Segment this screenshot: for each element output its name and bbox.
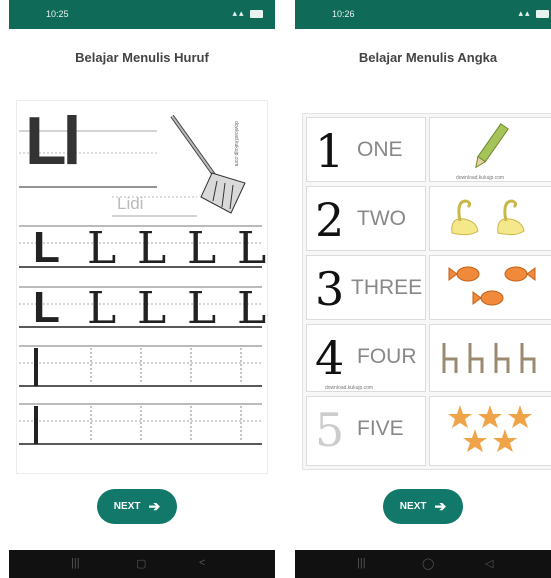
navigation-bar: ||| ◯ ◁ (295, 550, 551, 578)
chair-icon (442, 343, 536, 373)
trace-letter: L (137, 223, 167, 274)
picture-cell (429, 186, 551, 251)
arrow-right-icon: ➔ (148, 498, 161, 514)
status-icons: ▴▴ (232, 8, 263, 19)
swan-icon (451, 199, 525, 236)
numeral: 5 (315, 403, 345, 457)
credit-text: dowload.kukujp.com (233, 121, 239, 167)
recent-apps-icon[interactable]: ||| (71, 557, 80, 569)
number-word: TWO (357, 207, 406, 230)
picture-cell (429, 396, 551, 466)
number-cell: 1 ONE (306, 117, 426, 182)
signal-icon: ▴▴ (518, 8, 532, 18)
arrow-right-icon: ➔ (434, 498, 447, 514)
number-cell: 4 FOUR download.kukujp.com (306, 324, 426, 392)
credit-text: download.kukujp.com (325, 385, 374, 391)
number-cell: 5 FIVE (306, 396, 426, 466)
numeral: 1 (315, 124, 345, 178)
phone-screen-letters: 10:25 ▴▴ Belajar Menulis Huruf Ll Lidi d… (9, 0, 275, 578)
number-cell: 2 TWO (306, 186, 426, 251)
trace-letter: L (237, 283, 267, 334)
back-icon[interactable]: ◁ (485, 557, 493, 570)
status-bar: 10:26 ▴▴ (295, 0, 551, 29)
picture-cell: download.kukujp.com (429, 117, 551, 182)
big-letter: Ll (25, 103, 81, 179)
trace-letter: L (33, 223, 60, 272)
credit-text: download.kukujp.com (456, 175, 505, 181)
next-button[interactable]: NEXT ➔ (97, 489, 177, 524)
home-icon[interactable]: ◯ (422, 557, 434, 570)
picture-cell (429, 324, 551, 392)
numeral: 3 (315, 262, 345, 316)
number-worksheet: 1 ONE download.kukujp.com 2 TWO 3 THREE … (302, 113, 551, 470)
status-time: 10:26 (332, 9, 355, 19)
recent-apps-icon[interactable]: ||| (357, 557, 366, 569)
number-word: FOUR (357, 345, 417, 368)
trace-letter: L (187, 223, 217, 274)
next-label: NEXT (113, 501, 141, 512)
number-word: ONE (357, 138, 403, 161)
trace-letter: L (33, 283, 60, 332)
word-label: Lidi (117, 194, 144, 213)
pencil-icon (475, 123, 509, 169)
page-title: Belajar Menulis Huruf (75, 50, 209, 65)
trace-letter: L (187, 283, 217, 334)
letter-worksheet: Ll Lidi dowload.kukujp.com L L L L L L L… (16, 100, 268, 474)
trace-row-2: L L L L L (27, 283, 267, 334)
trace-row-1: L L L L L (27, 223, 267, 274)
status-time: 10:25 (46, 9, 69, 19)
navigation-bar: ||| ▢ < (9, 550, 275, 578)
trace-letter: L (87, 223, 117, 274)
picture-cell (429, 255, 551, 320)
phone-screen-numbers: 10:26 ▴▴ Belajar Menulis Angka 1 ONE dow… (295, 0, 551, 578)
home-icon[interactable]: ▢ (136, 557, 146, 570)
number-word: FIVE (357, 417, 404, 440)
next-button[interactable]: NEXT ➔ (383, 489, 463, 524)
trace-letter: L (87, 283, 117, 334)
back-icon[interactable]: < (199, 557, 205, 569)
page-title: Belajar Menulis Angka (358, 50, 498, 65)
numeral: 4 (315, 331, 345, 385)
fish-icon (448, 266, 536, 306)
numeral: 2 (315, 193, 345, 247)
status-bar: 10:25 ▴▴ (9, 0, 275, 29)
number-word: THREE (351, 276, 423, 299)
signal-icon: ▴▴ (232, 8, 246, 18)
star-icon (448, 405, 532, 452)
status-icons: ▴▴ (518, 8, 549, 19)
battery-icon (536, 9, 549, 18)
battery-icon (250, 9, 263, 18)
trace-letter: L (137, 283, 167, 334)
number-cell: 3 THREE (306, 255, 426, 320)
next-label: NEXT (399, 501, 427, 512)
trace-letter: L (237, 223, 267, 274)
